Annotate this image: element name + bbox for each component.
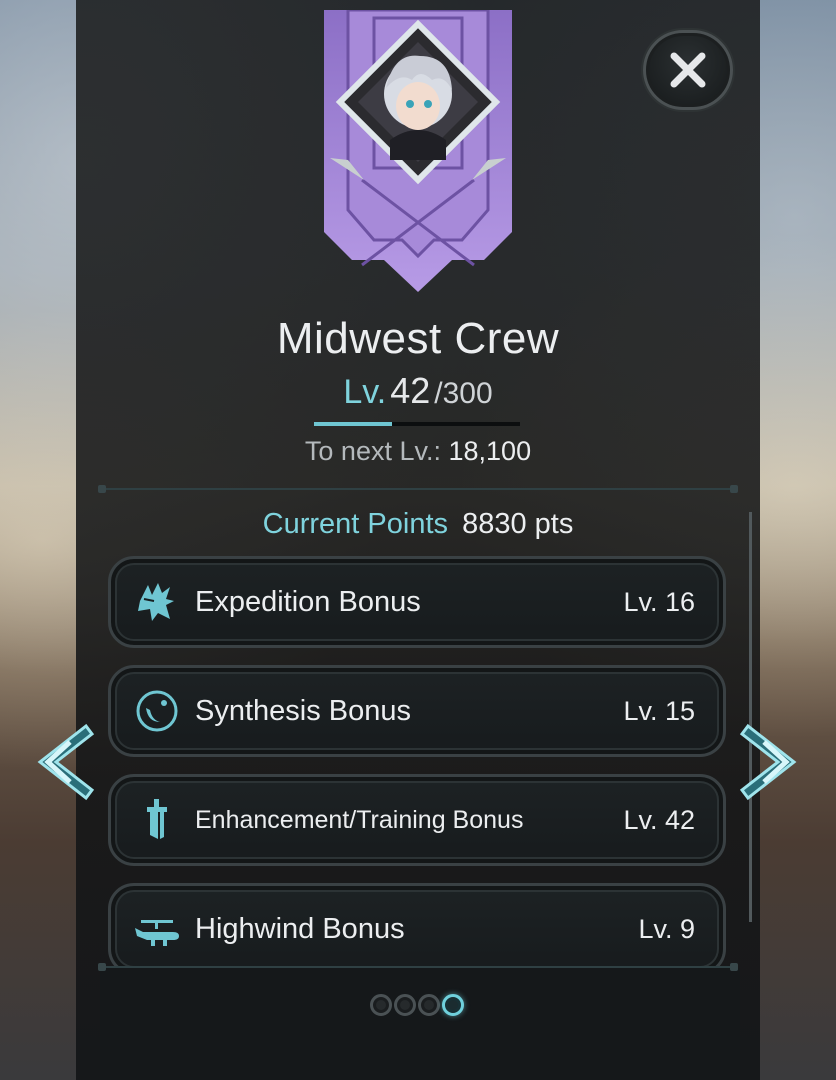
list-bottom-mask [100,968,740,1080]
bonus-list: Expedition Bonus Lv. 16 Synthesis Bonus … [108,556,726,992]
crew-emblem-banner [324,10,512,292]
expedition-icon [133,578,181,626]
page-dot-1[interactable] [370,994,392,1016]
bonus-item-enhancement-training[interactable]: Enhancement/Training Bonus Lv. 42 [108,774,726,866]
points-value: 8830 pts [462,508,574,540]
level-label: Lv. [343,373,387,411]
to-next-label: To next Lv.: [304,436,441,466]
bonus-level: Lv. 42 [623,804,695,835]
synthesis-icon [133,687,181,735]
xp-progress-fill [314,422,393,426]
page-dot-4[interactable] [442,994,464,1016]
chevron-right-icon [739,723,797,801]
airship-icon [133,905,181,953]
divider [98,485,738,493]
sword-icon [133,796,181,844]
bonus-name: Expedition Bonus [195,585,421,618]
to-next-level: To next Lv.: 18,100 [76,436,760,467]
bonus-name: Synthesis Bonus [195,694,412,727]
chevron-left-icon [37,723,95,801]
bonus-name: Highwind Bonus [195,912,405,945]
previous-page-button[interactable] [26,722,96,802]
crew-level: Lv. 42/300 [76,370,760,412]
next-page-button[interactable] [738,722,808,802]
bonus-item-synthesis[interactable]: Synthesis Bonus Lv. 15 [108,665,726,757]
to-next-value: 18,100 [448,436,532,466]
level-value: 42 [390,370,431,411]
xp-progress-bar [314,422,520,426]
bonus-level: Lv. 16 [623,586,695,617]
bonus-item-expedition[interactable]: Expedition Bonus Lv. 16 [108,556,726,648]
divider-bottom [98,963,738,971]
close-icon [670,52,706,88]
close-button[interactable] [643,30,733,110]
crew-name: Midwest Crew [276,314,560,363]
page-dot-2[interactable] [394,994,416,1016]
bonus-name: Enhancement/Training Bonus [195,805,524,834]
bonus-list-scrollbar[interactable] [749,512,752,922]
bonus-item-highwind[interactable]: Highwind Bonus Lv. 9 [108,883,726,975]
current-points: Current Points 8830 pts [76,508,760,541]
page-dot-3[interactable] [418,994,440,1016]
bonus-level: Lv. 9 [638,913,695,944]
page-indicator [370,994,464,1016]
bonus-level: Lv. 15 [623,695,695,726]
level-max: /300 [434,377,493,410]
points-label: Current Points [262,508,449,540]
